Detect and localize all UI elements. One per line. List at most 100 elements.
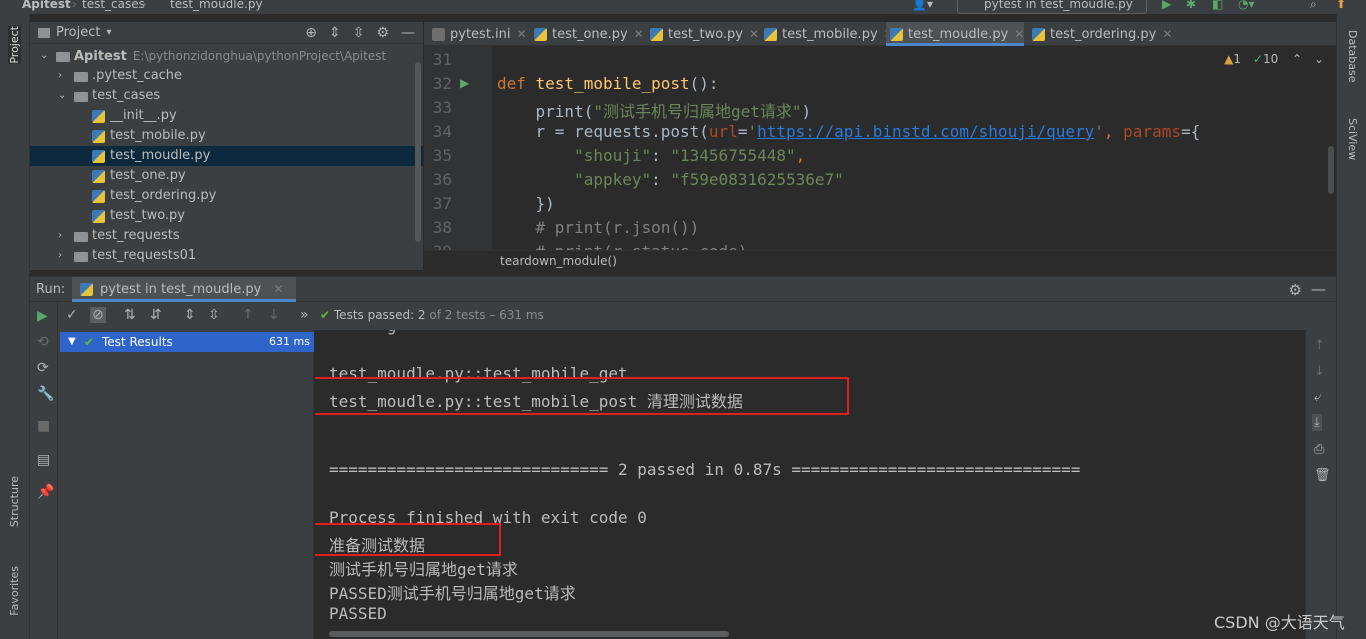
dict-value: "f59e0831625536e7" bbox=[670, 170, 844, 189]
run-tab[interactable]: pytest in test_moudle.py ✕ bbox=[72, 277, 296, 302]
show-ignored-icon[interactable]: ⊘ bbox=[90, 307, 106, 323]
project-scrollbar[interactable] bbox=[415, 62, 421, 242]
profile-icon[interactable]: ◔▾ bbox=[1238, 0, 1255, 11]
update-icon[interactable]: ⬆ bbox=[1336, 0, 1346, 11]
search-icon[interactable]: ⌕ bbox=[1310, 0, 1317, 12]
toggle-auto-test-icon[interactable]: ⟳ bbox=[37, 360, 49, 376]
highlight-box bbox=[315, 523, 501, 556]
sciview-tool-tab[interactable]: SciView bbox=[1346, 118, 1359, 160]
trash-icon[interactable]: 🗑 bbox=[1314, 468, 1331, 483]
chevron-down-icon[interactable]: ▾ bbox=[106, 27, 111, 38]
editor-tab-label: pytest.ini bbox=[450, 27, 511, 42]
more-icon[interactable]: » bbox=[300, 307, 309, 323]
scroll-down-icon[interactable]: ↓ bbox=[1314, 364, 1325, 379]
rerun-failed-icon[interactable]: ⟲ bbox=[37, 334, 49, 350]
url-link[interactable]: https://api.binstd.com/shouji/query bbox=[757, 122, 1094, 141]
tree-item[interactable]: › .pytest_cache bbox=[30, 66, 423, 86]
chevron-up-icon[interactable]: ⌃ bbox=[1292, 52, 1302, 66]
run-configuration-selector[interactable]: pytest in test_moudle.py bbox=[957, 0, 1147, 14]
hide-icon[interactable]: — bbox=[401, 25, 415, 41]
database-tool-tab[interactable]: Database bbox=[1346, 30, 1359, 83]
close-icon[interactable]: ✕ bbox=[1162, 27, 1172, 41]
console-output[interactable]: g test_moudle.py::test_mobile_get test_m… bbox=[315, 330, 1305, 639]
breadcrumb-file[interactable]: test_moudle.py bbox=[170, 0, 263, 11]
tree-item[interactable]: › test_requests01 bbox=[30, 246, 423, 266]
tree-item[interactable]: __init__.py bbox=[30, 106, 423, 126]
project-panel-title[interactable]: Project bbox=[56, 25, 100, 40]
close-icon[interactable]: ✕ bbox=[749, 27, 759, 41]
tree-item-label: __init__.py bbox=[110, 106, 177, 126]
chevron-right-icon[interactable]: › bbox=[58, 66, 68, 86]
gear-icon[interactable]: ⚙ bbox=[1289, 281, 1302, 299]
sort-duration-icon[interactable]: ⇵ bbox=[150, 307, 162, 323]
status-prefix: Tests passed: bbox=[333, 308, 418, 322]
tree-item[interactable]: ⌄ Apitest E:\pythonzidonghua\pythonProject… bbox=[30, 46, 423, 66]
run-icon[interactable]: ▶ bbox=[1162, 0, 1171, 11]
editor-scrollbar[interactable] bbox=[1328, 146, 1334, 194]
hide-icon[interactable]: — bbox=[1311, 280, 1326, 298]
structure-tool-tab[interactable]: Structure bbox=[8, 476, 21, 527]
pin-icon[interactable]: 📌 bbox=[37, 484, 54, 500]
code-breadcrumb[interactable]: teardown_module() bbox=[424, 250, 1336, 270]
editor-tab[interactable]: test_ordering.py ✕ bbox=[1028, 22, 1172, 46]
chevron-right-icon[interactable]: › bbox=[58, 226, 68, 246]
print-icon[interactable]: ⎙ bbox=[1314, 442, 1324, 457]
tree-item[interactable]: ⌄ test_cases bbox=[30, 86, 423, 106]
folder-icon bbox=[74, 72, 88, 82]
inspection-widget[interactable]: ▲1 ✓10 ⌃ ⌄ bbox=[1224, 52, 1324, 66]
run-sidebar: ▶ ⟲ ⟳ 🔧 ■ ▤ 📌 bbox=[30, 302, 58, 639]
coverage-icon[interactable]: ◧ bbox=[1212, 0, 1223, 11]
expand-all-icon[interactable]: ⇕ bbox=[329, 25, 341, 41]
close-icon[interactable]: ✕ bbox=[273, 282, 283, 296]
collapse-all-icon[interactable]: ⇳ bbox=[208, 307, 220, 323]
show-passed-icon[interactable]: ✓ bbox=[66, 307, 78, 323]
chevron-down-icon[interactable]: ⌄ bbox=[40, 46, 50, 66]
console-scrollbar[interactable] bbox=[329, 631, 729, 637]
tree-item[interactable]: test_two.py bbox=[30, 206, 423, 226]
editor-tab[interactable]: test_moudle.py ✕ bbox=[886, 22, 1025, 46]
rerun-icon[interactable]: ▶ bbox=[37, 308, 48, 324]
close-icon[interactable]: ✕ bbox=[517, 27, 527, 41]
code-editor[interactable]: 313233343536373839 ▶ ▲1 ✓10 ⌃ ⌄ def test… bbox=[424, 46, 1336, 250]
chevron-down-icon[interactable]: ⌄ bbox=[58, 86, 68, 106]
user-icon[interactable]: 👤▾ bbox=[912, 0, 933, 11]
breadcrumb-folder[interactable]: test_cases bbox=[82, 0, 145, 11]
wrench-icon[interactable]: 🔧 bbox=[37, 386, 54, 402]
close-icon[interactable]: ✕ bbox=[634, 27, 644, 41]
project-tool-tab[interactable]: Project bbox=[8, 26, 21, 64]
tree-item[interactable]: test_ordering.py bbox=[30, 186, 423, 206]
editor-tab[interactable]: test_mobile.py✕ bbox=[760, 22, 894, 46]
run-test-gutter-icon[interactable]: ▶ bbox=[460, 76, 469, 90]
string-literal: "测试手机号归属地get请求" bbox=[593, 102, 802, 121]
collapse-all-icon[interactable]: ⇳ bbox=[353, 25, 365, 41]
tree-item[interactable]: › test_requests bbox=[30, 226, 423, 246]
tree-item[interactable]: test_one.py bbox=[30, 166, 423, 186]
previous-failed-icon[interactable]: ↑ bbox=[242, 307, 254, 323]
gear-icon[interactable]: ⚙ bbox=[376, 25, 389, 41]
chevron-down-icon[interactable]: ▼ bbox=[68, 332, 76, 352]
code-text: : bbox=[651, 170, 671, 189]
scroll-up-icon[interactable]: ↑ bbox=[1314, 338, 1325, 353]
expand-all-icon[interactable]: ⇕ bbox=[184, 307, 196, 323]
editor-tab[interactable]: pytest.ini ✕ bbox=[428, 22, 527, 46]
breadcrumb-project[interactable]: Apitest bbox=[22, 0, 71, 11]
tree-item[interactable]: test_moudle.py bbox=[30, 146, 423, 166]
soft-wrap-icon[interactable]: ⤶ bbox=[1314, 390, 1321, 405]
status-count: 2 bbox=[417, 308, 426, 322]
chevron-right-icon[interactable]: › bbox=[58, 246, 68, 266]
editor-tab[interactable]: test_one.py ✕ bbox=[530, 22, 644, 46]
locate-icon[interactable]: ⊕ bbox=[305, 25, 317, 41]
tree-item[interactable]: test_mobile.py bbox=[30, 126, 423, 146]
debug-icon[interactable]: ✱ bbox=[1186, 0, 1196, 11]
sort-alpha-icon[interactable]: ⇅ bbox=[124, 307, 136, 323]
chevron-down-icon[interactable]: ⌄ bbox=[1314, 52, 1324, 66]
next-failed-icon[interactable]: ↓ bbox=[268, 307, 280, 323]
layout-icon[interactable]: ▤ bbox=[37, 452, 50, 468]
favorites-tool-tab[interactable]: Favorites bbox=[8, 566, 21, 616]
test-results-row[interactable]: ▼ ✔ Test Results 631 ms bbox=[60, 332, 314, 352]
scroll-to-end-icon[interactable]: ⤓ bbox=[1312, 414, 1322, 431]
stop-icon[interactable]: ■ bbox=[37, 418, 50, 434]
editor-tab[interactable]: test_two.py ✕ bbox=[646, 22, 759, 46]
close-icon[interactable]: ✕ bbox=[1014, 27, 1024, 41]
status-suffix: of 2 tests – 631 ms bbox=[425, 308, 544, 322]
